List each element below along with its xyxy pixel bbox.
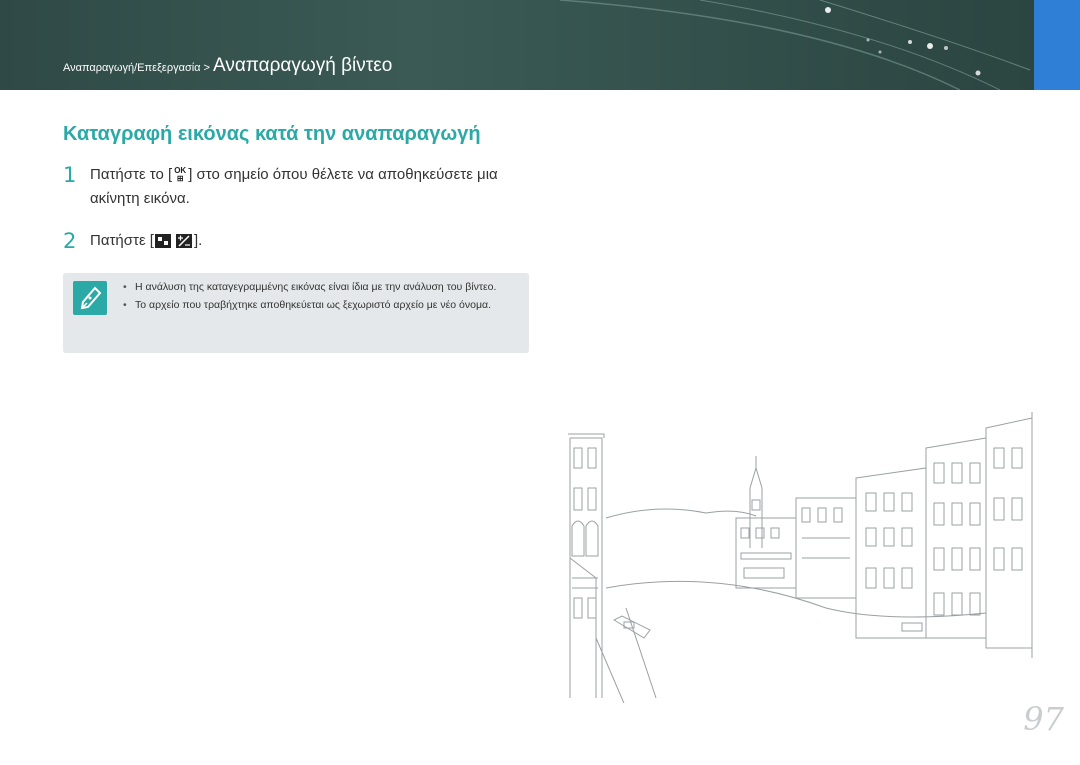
step-number: 1 — [63, 163, 77, 187]
breadcrumb-parent[interactable]: Αναπαραγωγή/Επεξεργασία — [63, 62, 201, 74]
breadcrumb-current: Αναπαραγωγή βίντεο — [212, 55, 393, 76]
chapter-tab — [1034, 0, 1080, 90]
ev-compensation-icon — [154, 233, 193, 249]
step-text-before: Πατήστε το [ — [90, 166, 173, 183]
note-box: Η ανάλυση της καταγεγραμμένης εικόνας εί… — [63, 273, 529, 353]
note-pen-icon — [73, 281, 107, 315]
ok-button-icon: OK ⊞ — [174, 166, 187, 184]
note-item: Η ανάλυση της καταγεγραμμένης εικόνας εί… — [121, 280, 513, 295]
note-list: Η ανάλυση της καταγεγραμμένης εικόνας εί… — [121, 280, 513, 316]
section-title: Καταγραφή εικόνας κατά την αναπαραγωγή — [63, 123, 481, 145]
step-number: 2 — [63, 229, 77, 253]
step-text-before: Πατήστε [ — [90, 232, 154, 249]
breadcrumb-separator: > — [203, 62, 210, 74]
note-item: Το αρχείο που τραβήχτηκε αποθηκεύεται ως… — [121, 298, 513, 313]
step-text: Πατήστε το [OK ⊞] στο σημείο όπου θέλετε … — [90, 163, 530, 211]
step-text: Πατήστε []. — [90, 229, 530, 253]
page-number: 97 — [1023, 700, 1064, 738]
venice-canal-illustration — [568, 412, 1033, 703]
step-text-after: ]. — [193, 232, 203, 249]
header-banner: Αναπαραγωγή/Επεξεργασία > Αναπαραγωγή βίντ… — [0, 0, 1034, 90]
breadcrumb: Αναπαραγωγή/Επεξεργασία > Αναπαραγωγή βίντ… — [63, 55, 392, 77]
